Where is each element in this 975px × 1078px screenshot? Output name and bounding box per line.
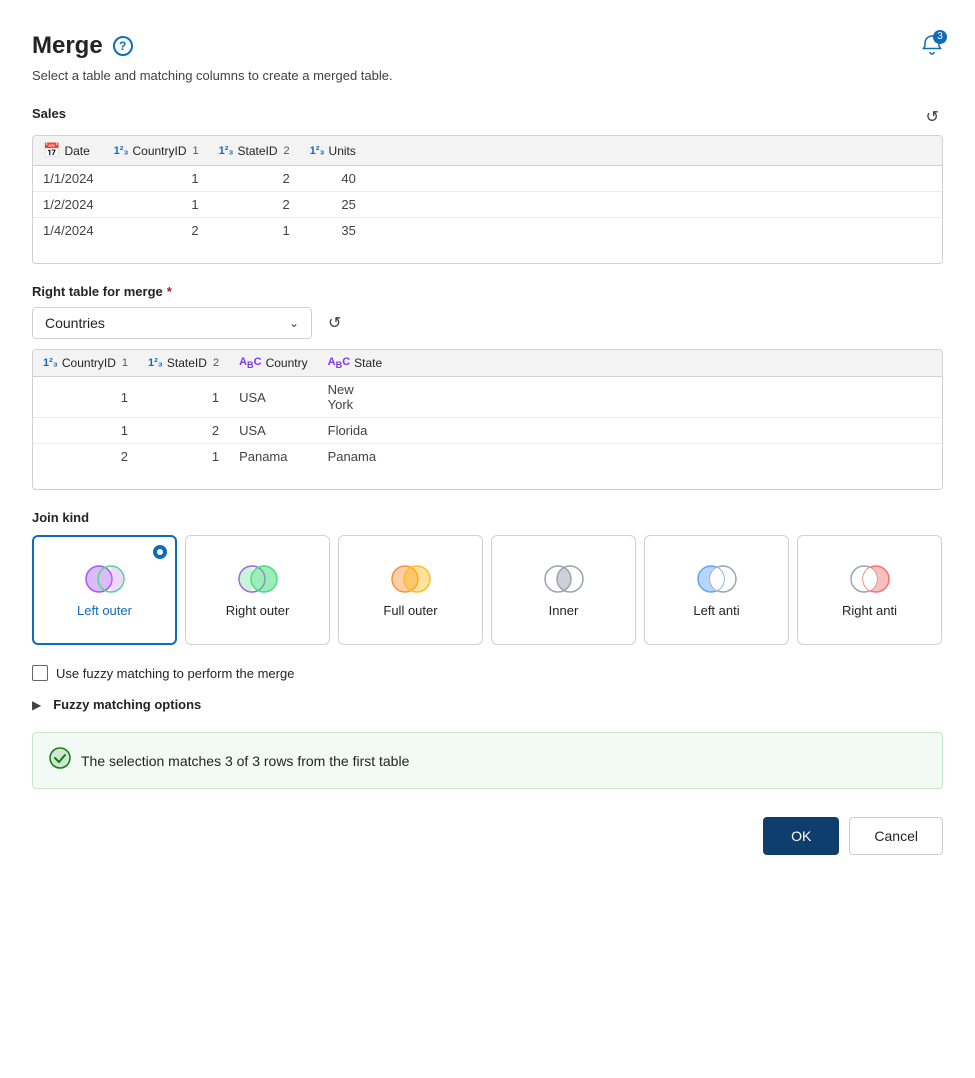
- chevron-right-icon: ▶: [32, 698, 41, 712]
- sales-col-countryid: 1²₃ CountryID 1: [104, 136, 209, 166]
- table-row: 1 1 USA New York: [33, 377, 942, 418]
- calendar-icon: 📅: [43, 142, 60, 159]
- join-card-label-right-outer: Right outer: [226, 603, 290, 618]
- sales-table-section: 📅 Date 1²₃ CountryID 1 1²₃ StateID: [32, 135, 943, 264]
- required-star: *: [167, 284, 172, 299]
- sales-refresh-button[interactable]: ↺: [922, 103, 943, 131]
- sales-label: Sales: [32, 106, 66, 121]
- join-card-label-inner: Inner: [549, 603, 579, 618]
- title-area: Merge ?: [32, 32, 133, 60]
- right-table-dropdown[interactable]: Countries ⌄: [32, 307, 312, 339]
- venn-left-anti: [693, 563, 741, 595]
- join-card-label-right-anti: Right anti: [842, 603, 897, 618]
- sales-section-header: Sales ↺: [32, 103, 943, 131]
- dialog-header: Merge ? 3: [32, 32, 943, 60]
- fuzzy-matching-row: Use fuzzy matching to perform the merge: [32, 665, 943, 681]
- sales-col-date: 📅 Date: [33, 136, 104, 166]
- countries-col-state: ABC State: [318, 350, 393, 377]
- right-table-controls-row: Countries ⌄ ↺: [32, 307, 943, 339]
- status-bar: The selection matches 3 of 3 rows from t…: [32, 732, 943, 789]
- countries-table: 1²₃ CountryID 1 1²₃ StateID 2 ABC Co: [33, 350, 942, 469]
- sales-table: 📅 Date 1²₃ CountryID 1 1²₃ StateID: [33, 136, 942, 243]
- table-row: 2 1 Panama Panama: [33, 444, 942, 470]
- right-table-label-row: Right table for merge *: [32, 284, 943, 299]
- right-table-section: 1²₃ CountryID 1 1²₃ StateID 2 ABC Co: [32, 349, 943, 490]
- join-card-full-outer[interactable]: Full outer: [338, 535, 483, 645]
- ok-button[interactable]: OK: [763, 817, 839, 855]
- sales-col-stateid: 1²₃ StateID 2: [209, 136, 300, 166]
- venn-left-outer: [81, 563, 129, 595]
- venn-right-outer: [234, 563, 282, 595]
- sales-col-empty: [366, 136, 942, 166]
- dialog-subtitle: Select a table and matching columns to c…: [32, 68, 943, 83]
- fuzzy-options-row[interactable]: ▶ Fuzzy matching options: [32, 697, 943, 712]
- countries-col-stateid: 1²₃ StateID 2: [138, 350, 229, 377]
- venn-inner: [540, 563, 588, 595]
- cancel-button[interactable]: Cancel: [849, 817, 943, 855]
- footer-buttons: OK Cancel: [32, 817, 943, 855]
- dropdown-value: Countries: [45, 315, 105, 331]
- countries-col-country: ABC Country: [229, 350, 318, 377]
- join-kind-label: Join kind: [32, 510, 943, 525]
- join-card-right-outer[interactable]: Right outer: [185, 535, 330, 645]
- right-table-label: Right table for merge: [32, 284, 163, 299]
- join-card-left-anti[interactable]: Left anti: [644, 535, 789, 645]
- join-card-inner[interactable]: Inner: [491, 535, 636, 645]
- table-row: 1/2/2024 1 2 25: [33, 192, 942, 218]
- countries-table-header-row: 1²₃ CountryID 1 1²₃ StateID 2 ABC Co: [33, 350, 942, 377]
- help-icon[interactable]: ?: [113, 36, 133, 56]
- venn-full-outer: [387, 563, 435, 595]
- table-row: 1 2 USA Florida: [33, 418, 942, 444]
- countries-col-empty: [392, 350, 942, 377]
- selected-indicator: [153, 545, 167, 559]
- right-table-refresh-button[interactable]: ↺: [324, 309, 345, 337]
- join-options-container: Left outer Right outer Full outer Inner: [32, 535, 943, 645]
- fuzzy-matching-label: Use fuzzy matching to perform the merge: [56, 666, 294, 681]
- notification-icon[interactable]: 3: [921, 34, 943, 59]
- join-card-label-left-anti: Left anti: [693, 603, 739, 618]
- sales-table-header-row: 📅 Date 1²₃ CountryID 1 1²₃ StateID: [33, 136, 942, 166]
- status-text: The selection matches 3 of 3 rows from t…: [81, 753, 409, 769]
- join-card-label-full-outer: Full outer: [383, 603, 437, 618]
- fuzzy-matching-checkbox[interactable]: [32, 665, 48, 681]
- notification-badge: 3: [933, 30, 947, 44]
- countries-col-countryid: 1²₃ CountryID 1: [33, 350, 138, 377]
- check-circle-icon: [49, 747, 71, 774]
- join-card-right-anti[interactable]: Right anti: [797, 535, 942, 645]
- join-card-left-outer[interactable]: Left outer: [32, 535, 177, 645]
- table-row: 1/1/2024 1 2 40: [33, 166, 942, 192]
- fuzzy-options-label: Fuzzy matching options: [53, 697, 201, 712]
- table-row: 1/4/2024 2 1 35: [33, 218, 942, 244]
- venn-right-anti: [846, 563, 894, 595]
- dialog-title: Merge: [32, 32, 103, 60]
- chevron-down-icon: ⌄: [289, 316, 299, 330]
- join-card-label-left-outer: Left outer: [77, 603, 132, 618]
- sales-col-units: 1²₃ Units: [300, 136, 366, 166]
